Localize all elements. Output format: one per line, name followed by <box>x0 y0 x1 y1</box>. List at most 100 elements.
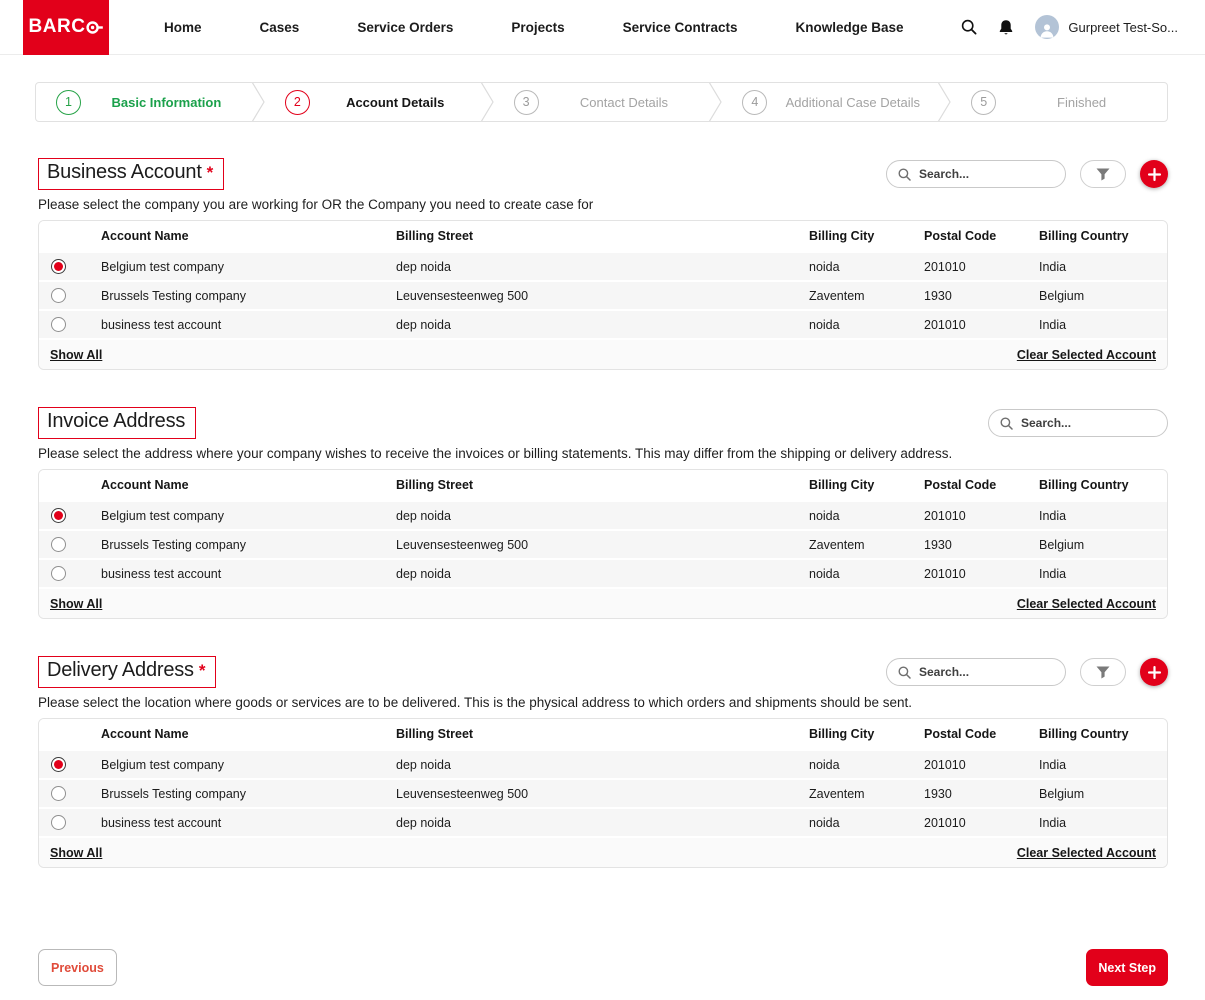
column-header-billing-city: Billing City <box>809 229 924 243</box>
step-label: Contact Details <box>539 95 710 110</box>
step-basic-information[interactable]: 1 Basic Information <box>36 83 252 121</box>
cell-account-name: business test account <box>101 567 396 581</box>
step-contact-details[interactable]: 3 Contact Details <box>494 83 710 121</box>
nav-item-knowledge-base[interactable]: Knowledge Base <box>795 20 903 35</box>
section-spacer <box>0 370 1205 407</box>
step-additional-case-details[interactable]: 4 Additional Case Details <box>722 83 938 121</box>
table-row[interactable]: business test account dep noida noida 20… <box>39 807 1167 836</box>
search-box[interactable] <box>886 658 1066 686</box>
cell-account-name: Brussels Testing company <box>101 538 396 552</box>
table-body: Belgium test company dep noida noida 201… <box>39 251 1167 338</box>
cell-postal-code: 201010 <box>924 260 1039 274</box>
row-radio[interactable] <box>51 566 66 581</box>
section-title: Business Account <box>47 161 202 184</box>
nav-item-home[interactable]: Home <box>164 20 202 35</box>
section-description: Please select the address where your com… <box>38 446 1168 461</box>
clear-selected-account-link[interactable]: Clear Selected Account <box>1017 846 1156 860</box>
section-title: Delivery Address <box>47 659 194 682</box>
step-account-details[interactable]: 2 Account Details <box>265 83 481 121</box>
nav-item-service-contracts[interactable]: Service Contracts <box>623 20 738 35</box>
nav-item-cases[interactable]: Cases <box>260 20 300 35</box>
row-radio-cell <box>39 566 101 581</box>
row-radio[interactable] <box>51 508 66 523</box>
cell-postal-code: 1930 <box>924 787 1039 801</box>
cell-billing-street: dep noida <box>396 318 809 332</box>
nav-item-projects[interactable]: Projects <box>511 20 564 35</box>
search-input[interactable] <box>919 167 1054 181</box>
cell-billing-city: Zaventem <box>809 538 924 552</box>
table-row[interactable]: Brussels Testing company Leuvensesteenwe… <box>39 778 1167 807</box>
step-number: 1 <box>56 90 81 115</box>
table-row[interactable]: business test account dep noida noida 20… <box>39 558 1167 587</box>
clear-selected-account-link[interactable]: Clear Selected Account <box>1017 348 1156 362</box>
section-header: Business Account * <box>38 158 1168 190</box>
cell-billing-street: dep noida <box>396 567 809 581</box>
filter-button[interactable] <box>1080 658 1126 686</box>
cell-billing-city: Zaventem <box>809 289 924 303</box>
filter-button[interactable] <box>1080 160 1126 188</box>
clear-selected-account-link[interactable]: Clear Selected Account <box>1017 597 1156 611</box>
cell-postal-code: 201010 <box>924 509 1039 523</box>
section-title-box: Delivery Address * <box>38 656 216 688</box>
cell-billing-city: noida <box>809 758 924 772</box>
user-menu[interactable]: Gurpreet Test-So... <box>1035 15 1178 39</box>
add-button[interactable] <box>1140 658 1168 686</box>
row-radio[interactable] <box>51 288 66 303</box>
accounts-table: Account Name Billing Street Billing City… <box>38 469 1168 619</box>
previous-button[interactable]: Previous <box>38 949 117 986</box>
row-radio[interactable] <box>51 757 66 772</box>
show-all-link[interactable]: Show All <box>50 597 102 611</box>
next-step-button[interactable]: Next Step <box>1086 949 1168 986</box>
section-controls <box>886 160 1168 188</box>
search-input[interactable] <box>919 665 1054 679</box>
plus-icon <box>1148 666 1161 679</box>
show-all-link[interactable]: Show All <box>50 846 102 860</box>
cell-account-name: Brussels Testing company <box>101 289 396 303</box>
column-header-postal-code: Postal Code <box>924 727 1039 741</box>
barco-logo-text: BARC <box>29 16 104 38</box>
table-row[interactable]: Brussels Testing company Leuvensesteenwe… <box>39 529 1167 558</box>
row-radio[interactable] <box>51 815 66 830</box>
cell-billing-city: noida <box>809 318 924 332</box>
notifications-bell-icon[interactable] <box>998 19 1014 36</box>
table-body: Belgium test company dep noida noida 201… <box>39 749 1167 836</box>
cell-billing-city: Zaventem <box>809 787 924 801</box>
cell-postal-code: 1930 <box>924 289 1039 303</box>
nav-item-service-orders[interactable]: Service Orders <box>357 20 453 35</box>
row-radio[interactable] <box>51 786 66 801</box>
step-number: 5 <box>971 90 996 115</box>
table-row[interactable]: Belgium test company dep noida noida 201… <box>39 749 1167 778</box>
search-box[interactable] <box>988 409 1168 437</box>
cell-account-name: Brussels Testing company <box>101 787 396 801</box>
row-radio-cell <box>39 508 101 523</box>
add-button[interactable] <box>1140 160 1168 188</box>
cell-billing-street: Leuvensesteenweg 500 <box>396 289 809 303</box>
search-input[interactable] <box>1021 416 1156 430</box>
table-footer: Show All Clear Selected Account <box>39 338 1167 369</box>
show-all-link[interactable]: Show All <box>50 348 102 362</box>
step-label: Account Details <box>310 95 481 110</box>
search-icon <box>898 666 911 679</box>
cell-billing-country: India <box>1039 509 1167 523</box>
table-row[interactable]: business test account dep noida noida 20… <box>39 309 1167 338</box>
table-row[interactable]: Belgium test company dep noida noida 201… <box>39 500 1167 529</box>
row-radio[interactable] <box>51 317 66 332</box>
section-description: Please select the company you are workin… <box>38 197 1168 212</box>
table-row[interactable]: Brussels Testing company Leuvensesteenwe… <box>39 280 1167 309</box>
search-box[interactable] <box>886 160 1066 188</box>
section-description: Please select the location where goods o… <box>38 695 1168 710</box>
table-row[interactable]: Belgium test company dep noida noida 201… <box>39 251 1167 280</box>
barco-logo[interactable]: BARC <box>23 0 109 55</box>
row-radio[interactable] <box>51 259 66 274</box>
cell-billing-street: dep noida <box>396 758 809 772</box>
step-separator-chevron <box>481 83 494 121</box>
search-icon[interactable] <box>961 19 977 35</box>
table-footer: Show All Clear Selected Account <box>39 587 1167 618</box>
required-asterisk: * <box>207 163 214 183</box>
cell-postal-code: 201010 <box>924 567 1039 581</box>
column-header-billing-city: Billing City <box>809 727 924 741</box>
row-radio[interactable] <box>51 537 66 552</box>
top-navigation-bar: BARC Home Cases Service Orders Projects … <box>0 0 1205 55</box>
step-finished[interactable]: 5 Finished <box>951 83 1167 121</box>
funnel-icon <box>1096 666 1110 679</box>
